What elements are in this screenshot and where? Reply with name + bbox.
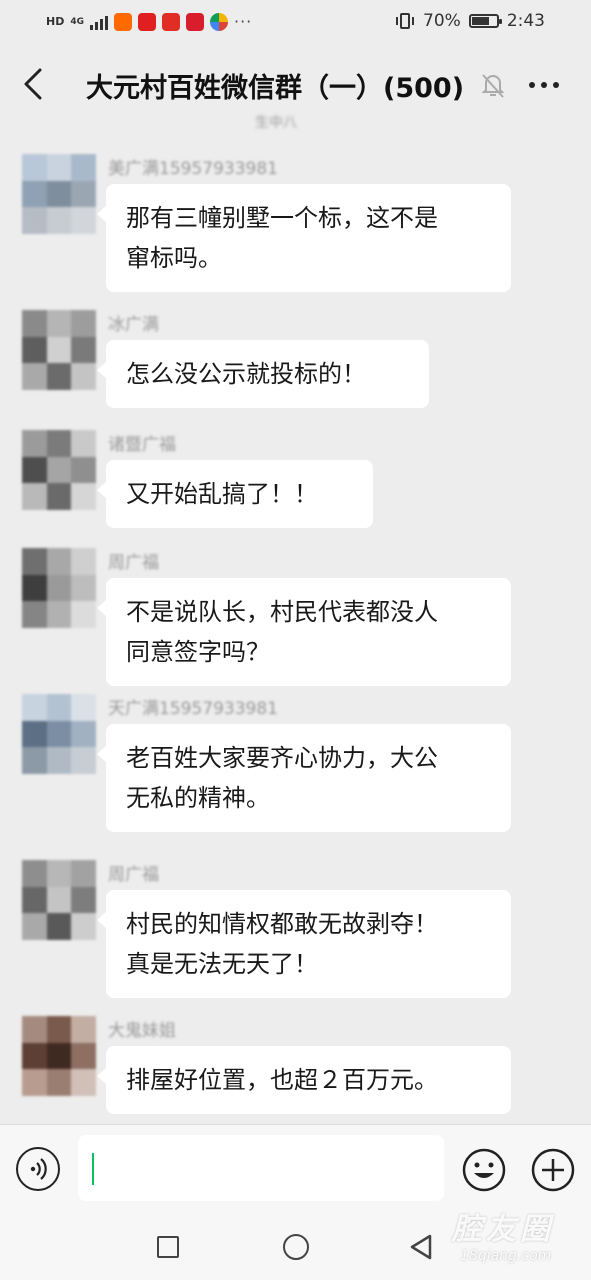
emoji-icon	[462, 1148, 506, 1192]
message-bubble[interactable]: 不是说队长，村民代表都没人 同意签字吗？	[97, 578, 511, 686]
hd-indicator: HD	[46, 15, 65, 28]
sender-name: 诸暨广福	[108, 435, 176, 455]
watermark-sub: 18qiang.com	[460, 1248, 552, 1264]
sender-name: 大鬼妹姐	[108, 1021, 176, 1041]
back-button[interactable]	[14, 62, 54, 106]
message-bubble[interactable]: 又开始乱搞了！！	[97, 460, 373, 528]
message-text-line: 排屋好位置，也超２百万元。	[126, 1066, 438, 1094]
watermark-main: 腔友圈	[452, 1212, 554, 1247]
sender-name: 冰广满	[108, 315, 159, 335]
chat-input-bar	[0, 1124, 591, 1215]
message-bubble[interactable]: 那有三幢别墅一个标，这不是 窜标吗。	[97, 184, 511, 292]
message-text-line: 无私的精神。	[126, 784, 270, 812]
more-icon	[529, 82, 535, 88]
network-type: 4G	[70, 16, 84, 27]
signal-icon	[90, 14, 108, 30]
clock: 2:43	[506, 11, 545, 31]
message-bubble[interactable]: 排屋好位置，也超２百万元。	[97, 1046, 511, 1114]
voice-button[interactable]	[16, 1147, 60, 1191]
message-text-line: 真是无法无天了！	[126, 950, 318, 978]
message-text-line: 怎么没公示就投标的！	[126, 360, 366, 388]
plus-icon	[531, 1148, 575, 1192]
battery-percent: 70%	[423, 11, 461, 31]
emoji-button[interactable]	[461, 1147, 507, 1193]
more-notifications-icon: ···	[234, 12, 253, 31]
voice-icon	[30, 1158, 47, 1180]
sender-name: 天广满15957933981	[108, 699, 278, 719]
status-icons-left: HD 4G ···	[46, 12, 252, 31]
nav-recents-icon[interactable]	[157, 1236, 179, 1258]
avatar[interactable]	[22, 310, 96, 390]
avatar[interactable]	[22, 1016, 96, 1096]
mute-bell-icon	[478, 70, 508, 100]
colorful-app-icon	[210, 12, 228, 31]
message-text-line: 那有三幢别墅一个标，这不是	[126, 204, 438, 232]
status-icons-right: 70% 2:43	[395, 11, 545, 31]
pinduoduo-app-icon	[162, 12, 180, 31]
avatar[interactable]	[22, 860, 96, 940]
message-bubble[interactable]: 老百姓大家要齐心协力，大公 无私的精神。	[97, 724, 511, 832]
chat-message-list[interactable]: 美广满15957933981 那有三幢别墅一个标，这不是 窜标吗。冰广满怎么没公示就…	[0, 124, 591, 1122]
avatar[interactable]	[22, 430, 96, 510]
nav-home-icon[interactable]	[283, 1234, 309, 1260]
status-bar: HD 4G ··· 70% 2:43	[0, 0, 591, 44]
avatar[interactable]	[22, 694, 96, 774]
text-caret	[92, 1153, 94, 1185]
sender-name: 美广满15957933981	[108, 159, 278, 179]
message-bubble[interactable]: 村民的知情权都敢无故剥夺！ 真是无法无天了！	[97, 890, 511, 998]
message-input[interactable]	[78, 1135, 444, 1201]
red-app-icon	[138, 12, 156, 31]
message-text-line: 村民的知情权都敢无故剥夺！	[126, 910, 438, 938]
watermark: 腔友圈 18qiang.com	[452, 1204, 554, 1264]
message-text-line: 老百姓大家要齐心协力，大公	[126, 744, 438, 772]
message-text-line: 不是说队长，村民代表都没人	[126, 598, 438, 626]
vibrate-icon	[396, 13, 415, 29]
sender-name: 周广福	[108, 865, 159, 885]
message-text-line: 同意签字吗？	[126, 638, 270, 666]
more-button[interactable]	[524, 70, 564, 100]
battery-icon	[468, 14, 502, 28]
taobao-app-icon	[114, 12, 132, 31]
group-title: 大元村百姓微信群（一）(500)	[86, 73, 465, 104]
avatar[interactable]	[22, 154, 96, 234]
avatar[interactable]	[22, 548, 96, 628]
nav-back-icon[interactable]	[408, 1233, 434, 1261]
sender-name: 周广福	[108, 553, 159, 573]
message-bubble[interactable]: 怎么没公示就投标的！	[97, 340, 429, 408]
message-text-line: 窜标吗。	[126, 244, 222, 272]
back-arrow-icon	[24, 68, 42, 100]
more-functions-button[interactable]	[530, 1147, 576, 1193]
red-app2-icon	[186, 12, 204, 31]
message-text-line: 又开始乱搞了！！	[126, 480, 318, 508]
